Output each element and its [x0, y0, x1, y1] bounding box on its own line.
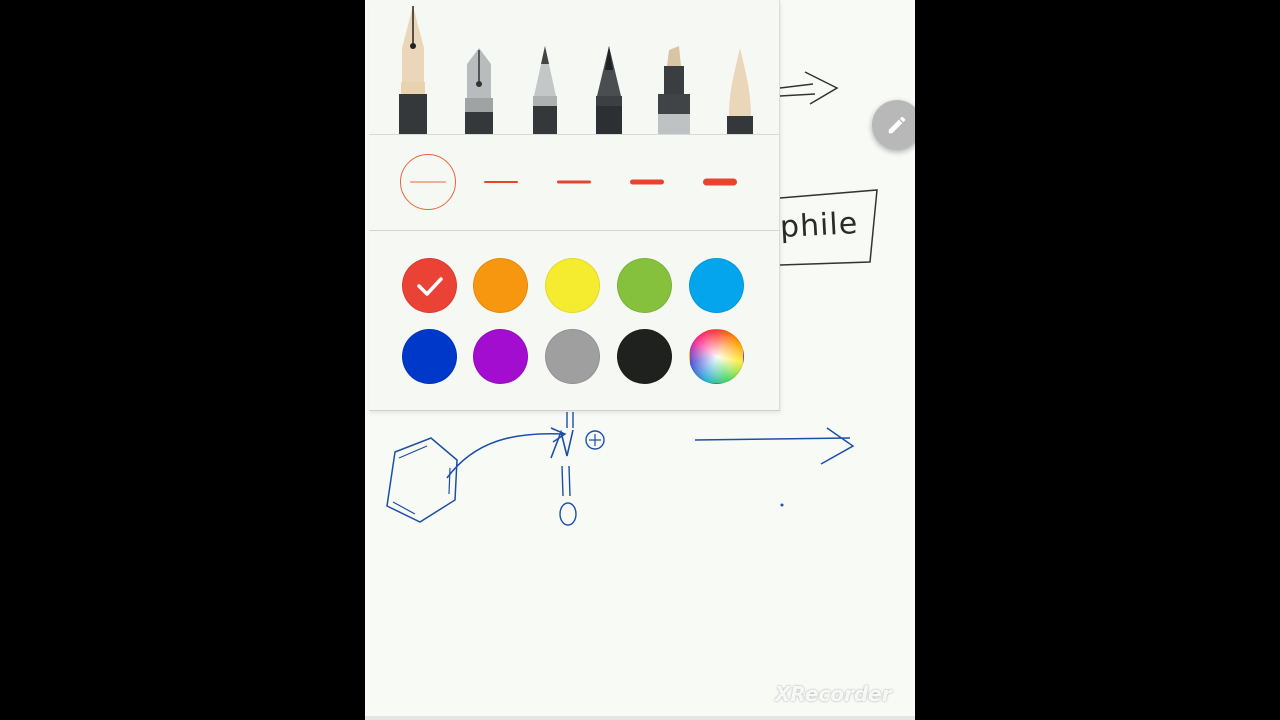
pen-type-row	[369, 0, 779, 135]
color-swatch-yellow[interactable]	[545, 258, 600, 313]
custom-color-picker[interactable]	[689, 329, 744, 384]
color-swatch-blue[interactable]	[402, 329, 457, 384]
pen-tool-brush[interactable]	[584, 0, 634, 134]
thickness-option-5[interactable]	[692, 154, 748, 210]
color-swatch-orange[interactable]	[473, 258, 528, 313]
pencil-icon	[888, 116, 906, 134]
color-swatch-purple[interactable]	[473, 329, 528, 384]
pen-tool-chisel[interactable]	[715, 0, 765, 134]
calligraphy-pen-icon	[465, 48, 493, 134]
marker-icon	[658, 46, 690, 134]
thickness-option-1[interactable]	[400, 154, 456, 210]
pen-settings-panel	[369, 0, 780, 411]
pen-tool-calligraphy[interactable]	[454, 0, 504, 134]
brush-pen-icon	[596, 46, 622, 134]
pen-toggle-button[interactable]	[872, 100, 915, 150]
checkmark-icon	[416, 276, 443, 296]
pencil-icon	[533, 46, 557, 134]
pen-tool-marker[interactable]	[649, 0, 699, 134]
color-swatch-green[interactable]	[617, 258, 672, 313]
drawing-canvas[interactable]: phile XRecorder	[365, 0, 915, 720]
thickness-option-3[interactable]	[546, 154, 602, 210]
pen-tool-pencil[interactable]	[520, 0, 570, 134]
stroke-thickness-row	[369, 135, 779, 231]
color-swatch-black[interactable]	[617, 329, 672, 384]
pen-tool-fountain[interactable]	[388, 0, 438, 134]
recorder-watermark: XRecorder	[775, 682, 892, 706]
bottom-edge	[365, 716, 915, 720]
chisel-brush-icon	[727, 48, 753, 134]
color-swatch-gray[interactable]	[545, 329, 600, 384]
handwritten-label: phile	[779, 205, 860, 246]
color-palette	[369, 231, 779, 409]
thickness-option-4[interactable]	[619, 154, 675, 210]
thickness-option-2[interactable]	[473, 154, 529, 210]
fountain-pen-icon	[399, 6, 427, 134]
color-swatch-red[interactable]	[402, 258, 457, 313]
color-swatch-sky-blue[interactable]	[689, 258, 744, 313]
